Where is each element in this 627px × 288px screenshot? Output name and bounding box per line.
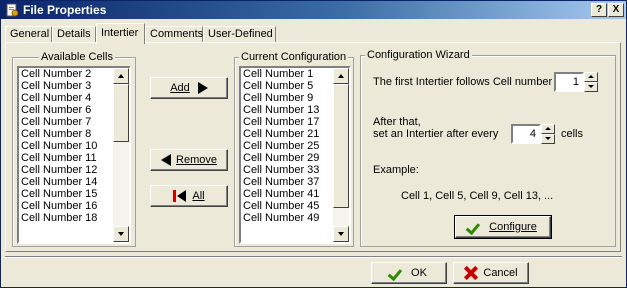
- add-button[interactable]: Add: [150, 77, 228, 99]
- arrow-up-icon: [338, 74, 344, 78]
- scroll-down-button[interactable]: [333, 226, 349, 242]
- configure-button[interactable]: Configure: [454, 215, 552, 239]
- cells-label: cells: [561, 128, 584, 140]
- current-scrollbar[interactable]: [333, 68, 349, 242]
- remove-button-label: Remove: [176, 154, 217, 166]
- tab-comments[interactable]: Comments: [145, 26, 203, 43]
- remove-button[interactable]: Remove: [150, 149, 228, 171]
- cancel-x-icon: [464, 266, 478, 280]
- first-cell-spin-buttons: [584, 72, 598, 92]
- available-cells-title: Available Cells: [39, 51, 115, 63]
- current-configuration-group: Current Configuration Cell Number 1 Cell…: [234, 51, 354, 247]
- arrow-up-icon: [588, 75, 594, 78]
- current-configuration-title: Current Configuration: [239, 51, 349, 63]
- all-button-label: All: [192, 190, 205, 202]
- tab-user-defined[interactable]: User-Defined: [203, 26, 276, 43]
- spin-up-button[interactable]: [584, 72, 598, 82]
- arrow-right-icon: [197, 82, 208, 94]
- configuration-wizard-title: Configuration Wizard: [365, 49, 472, 61]
- intertier-panel: Available Cells Cell Number 2 Cell Numbe…: [5, 42, 621, 252]
- scroll-up-button[interactable]: [333, 68, 349, 84]
- first-intertier-label: The first Intertier follows Cell number: [373, 76, 553, 88]
- arrow-down-icon: [588, 85, 594, 88]
- checkmark-icon: [469, 221, 485, 233]
- arrow-down-icon: [118, 232, 124, 236]
- available-cells-group: Available Cells Cell Number 2 Cell Numbe…: [12, 51, 136, 247]
- scroll-down-button[interactable]: [113, 226, 129, 242]
- after-that-label: After that,: [373, 116, 421, 128]
- cancel-button[interactable]: Cancel: [453, 262, 529, 284]
- available-cells-list[interactable]: Cell Number 2 Cell Number 3 Cell Number …: [17, 66, 131, 244]
- every-spinner[interactable]: 4: [511, 124, 555, 144]
- arrow-up-icon: [545, 127, 551, 130]
- help-button[interactable]: ?: [591, 3, 607, 17]
- example-label: Example:: [373, 164, 419, 176]
- remove-all-button[interactable]: All: [150, 185, 228, 207]
- scroll-thumb[interactable]: [333, 84, 349, 208]
- arrow-up-icon: [118, 74, 124, 78]
- window-title: File Properties: [23, 3, 107, 17]
- configuration-wizard-group: Configuration Wizard The first Intertier…: [360, 49, 616, 247]
- tab-details[interactable]: Details: [52, 26, 96, 43]
- every-spin-buttons: [541, 124, 555, 144]
- every-label: set an Intertier after every: [373, 128, 499, 140]
- spin-up-button[interactable]: [541, 124, 555, 134]
- spin-down-button[interactable]: [541, 134, 555, 144]
- close-button[interactable]: X: [608, 3, 624, 17]
- stop-bar-icon: [173, 190, 177, 202]
- ok-button[interactable]: OK: [371, 262, 447, 284]
- first-cell-spinner[interactable]: 1: [554, 72, 598, 92]
- arrow-down-icon: [545, 137, 551, 140]
- arrow-down-icon: [338, 232, 344, 236]
- tab-intertier[interactable]: Intertier: [96, 23, 145, 44]
- example-text: Cell 1, Cell 5, Cell 9, Cell 13, ...: [401, 190, 554, 202]
- available-scrollbar[interactable]: [113, 68, 129, 242]
- arrow-left-icon: [161, 154, 172, 166]
- tab-general[interactable]: General: [5, 26, 52, 43]
- configure-button-label: Configure: [489, 221, 537, 233]
- scroll-thumb[interactable]: [113, 84, 129, 142]
- current-configuration-list[interactable]: Cell Number 1 Cell Number 5 Cell Number …: [239, 66, 351, 244]
- scroll-up-button[interactable]: [113, 68, 129, 84]
- every-input[interactable]: 4: [511, 124, 541, 144]
- spin-down-button[interactable]: [584, 82, 598, 92]
- title-bar[interactable]: File Properties ? X: [1, 1, 626, 19]
- add-button-label: Add: [170, 82, 190, 94]
- ok-button-label: OK: [411, 267, 427, 279]
- file-properties-icon: [6, 3, 19, 17]
- footer-separator: [5, 256, 622, 258]
- file-properties-window: File Properties ? X General Details Inte…: [0, 0, 627, 288]
- cancel-button-label: Cancel: [483, 267, 518, 279]
- checkmark-icon: [391, 267, 407, 279]
- arrow-left-all-icon: [177, 190, 187, 202]
- first-cell-input[interactable]: 1: [554, 72, 584, 92]
